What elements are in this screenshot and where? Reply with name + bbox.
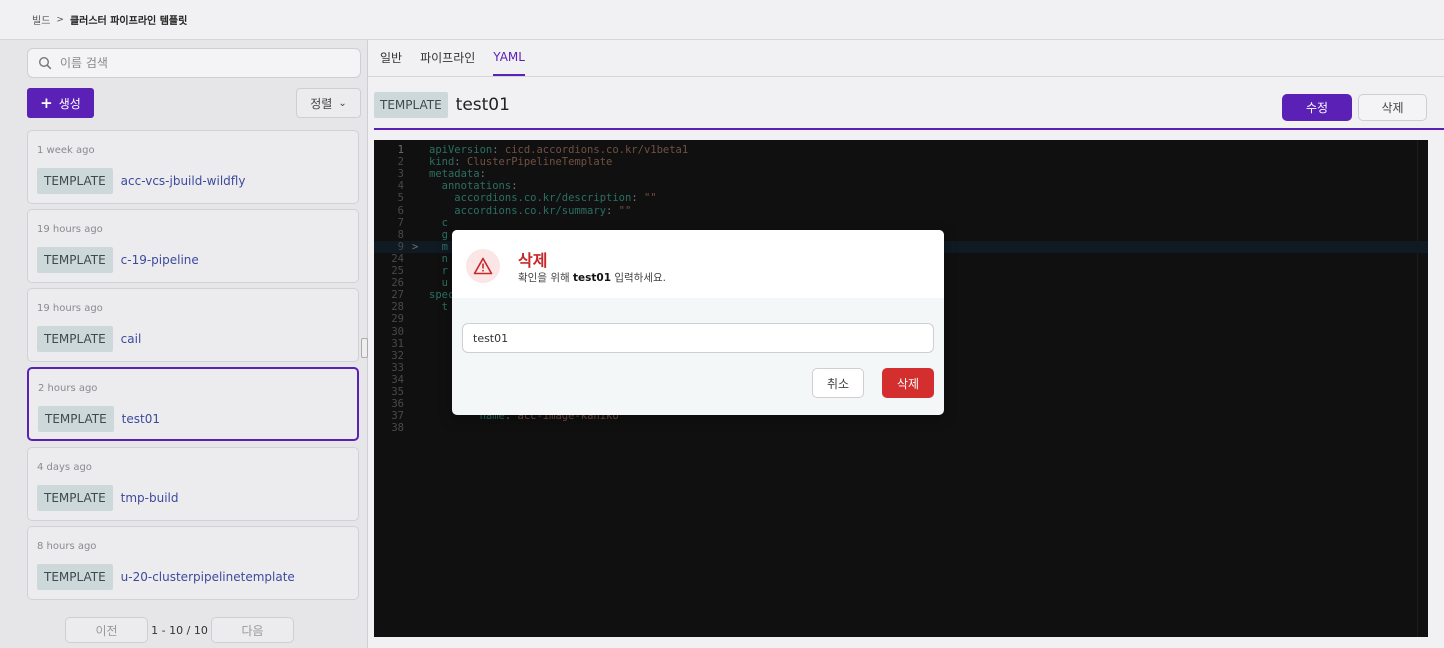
next-page-button[interactable]: 다음: [211, 617, 294, 643]
tab-divider: [368, 76, 1444, 77]
card-time: 19 hours ago: [37, 224, 103, 235]
breadcrumb-separator: >: [56, 14, 64, 25]
template-card-selected[interactable]: 2 hours ago TEMPLATE test01: [27, 367, 359, 441]
tab-yaml[interactable]: YAML: [493, 40, 525, 76]
card-name: c-19-pipeline: [120, 253, 199, 267]
search-input[interactable]: [60, 56, 340, 70]
header-divider: [374, 128, 1444, 130]
card-name: u-20-clusterpipelinetemplate: [120, 570, 295, 584]
card-name: cail: [120, 332, 142, 346]
sort-button[interactable]: 정렬 ⌄: [296, 88, 361, 118]
cancel-button[interactable]: 취소: [812, 368, 864, 398]
chevron-down-icon: ⌄: [338, 97, 347, 109]
card-time: 8 hours ago: [37, 541, 97, 552]
page-title: test01: [455, 95, 510, 115]
dialog-header: 삭제 확인을 위해 test01 입력하세요.: [452, 230, 944, 298]
template-tag: TEMPLATE: [38, 406, 114, 432]
panel-resize-handle[interactable]: [361, 338, 368, 358]
delete-button[interactable]: 삭제: [1358, 94, 1427, 121]
breadcrumb-current: 클러스터 파이프라인 템플릿: [69, 16, 188, 27]
template-tag: TEMPLATE: [37, 168, 113, 194]
plus-icon: +: [40, 94, 53, 112]
card-time: 4 days ago: [37, 462, 92, 473]
delete-dialog: 삭제 확인을 위해 test01 입력하세요. 취소 삭제: [452, 230, 944, 415]
search-icon: [38, 56, 52, 70]
template-card[interactable]: 19 hours ago TEMPLATE cail: [27, 288, 359, 362]
pagination: 이전 1 - 10 / 10 다음: [65, 617, 294, 643]
template-tag: TEMPLATE: [37, 326, 113, 352]
template-header: TEMPLATE test01: [374, 92, 510, 118]
create-button[interactable]: + 생성: [27, 88, 94, 118]
template-card[interactable]: 1 week ago TEMPLATE acc-vcs-jbuild-wildfl…: [27, 130, 359, 204]
tab-pipeline[interactable]: 파이프라인: [420, 40, 475, 76]
breadcrumb: 빌드 > 클러스터 파이프라인 템플릿: [0, 0, 1444, 40]
card-name: tmp-build: [120, 491, 179, 505]
tab-general[interactable]: 일반: [380, 40, 402, 76]
card-time: 2 hours ago: [38, 383, 98, 394]
card-name: acc-vcs-jbuild-wildfly: [120, 174, 246, 188]
template-card[interactable]: 19 hours ago TEMPLATE c-19-pipeline: [27, 209, 359, 283]
page-range: 1 - 10 / 10: [151, 623, 208, 637]
sort-label: 정렬: [310, 96, 333, 111]
dialog-description: 확인을 위해 test01 입력하세요.: [518, 272, 666, 284]
template-tag: TEMPLATE: [37, 564, 113, 590]
warning-icon: [466, 249, 500, 283]
breadcrumb-parent[interactable]: 빌드: [32, 12, 50, 27]
dialog-target-name: test01: [572, 272, 612, 284]
template-tag: TEMPLATE: [37, 247, 113, 273]
template-tag: TEMPLATE: [374, 92, 448, 118]
edit-button[interactable]: 수정: [1282, 94, 1352, 121]
search-box[interactable]: [27, 48, 361, 78]
tab-bar: 일반 파이프라인 YAML: [380, 40, 543, 76]
dialog-title: 삭제: [518, 251, 548, 270]
create-label: 생성: [58, 96, 81, 111]
sidebar: + 생성 정렬 ⌄ 1 week ago TEMPLATE acc-vcs-jbu…: [0, 40, 368, 648]
confirm-delete-button[interactable]: 삭제: [882, 368, 934, 398]
template-card[interactable]: 8 hours ago TEMPLATE u-20-clusterpipeline…: [27, 526, 359, 600]
template-tag: TEMPLATE: [37, 485, 113, 511]
card-time: 1 week ago: [37, 145, 95, 156]
card-name: test01: [121, 412, 160, 426]
confirm-name-input[interactable]: [462, 323, 934, 353]
prev-page-button[interactable]: 이전: [65, 617, 148, 643]
card-time: 19 hours ago: [37, 303, 103, 314]
template-card[interactable]: 4 days ago TEMPLATE tmp-build: [27, 447, 359, 521]
